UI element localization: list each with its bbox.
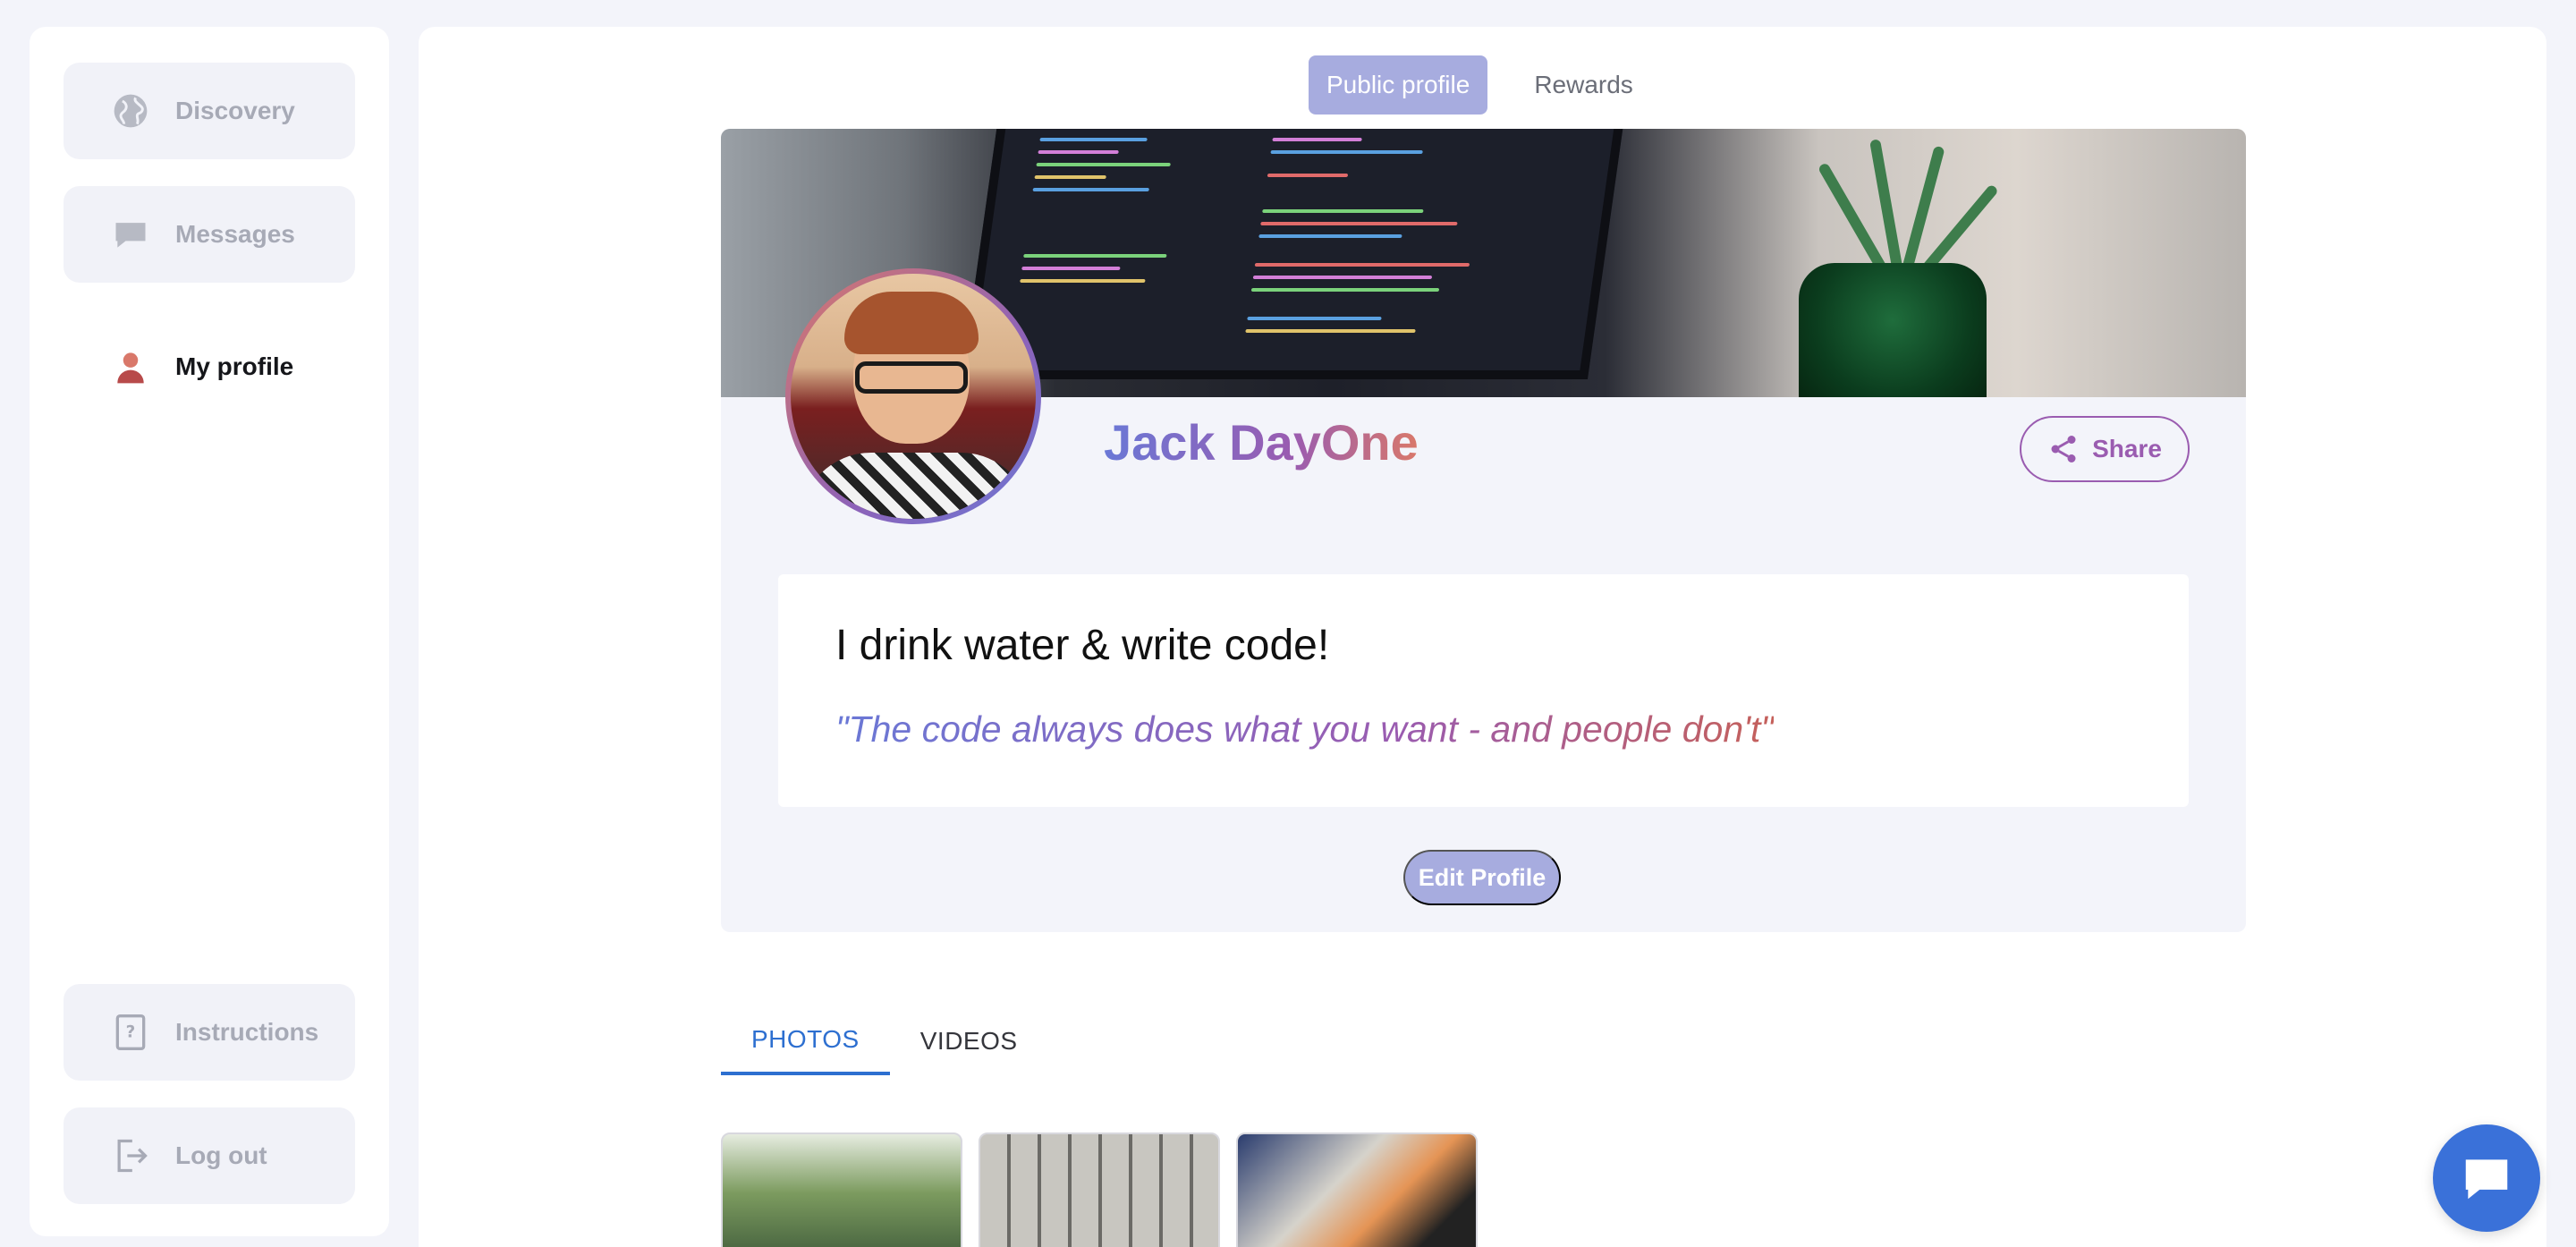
- share-label: Share: [2092, 435, 2162, 462]
- chat-bubble-icon: [2465, 1159, 2508, 1200]
- logout-icon: [111, 1136, 150, 1175]
- sidebar-item-label: Discovery: [175, 97, 295, 124]
- svg-text:?: ?: [126, 1023, 136, 1042]
- sidebar-item-messages[interactable]: Messages: [64, 186, 355, 283]
- tab-rewards[interactable]: Rewards: [1516, 55, 1650, 115]
- laptop-screen: [961, 129, 1626, 379]
- profile-tabs: Public profile Rewards: [1309, 55, 1651, 115]
- user-icon: [111, 347, 150, 386]
- photo-grid: [721, 1132, 1478, 1247]
- media-tabs: PHOTOS VIDEOS: [721, 1007, 1048, 1075]
- tab-videos[interactable]: VIDEOS: [890, 1007, 1048, 1075]
- main-panel: Public profile Rewards Jack DayOne Share…: [419, 27, 2546, 1247]
- bio-text: I drink water & write code!: [835, 622, 1330, 669]
- sidebar-item-label: Instructions: [175, 1018, 319, 1046]
- plant-pot: [1799, 263, 1987, 397]
- globe-icon: [111, 91, 150, 131]
- help-book-icon: ?: [111, 1013, 150, 1052]
- chat-icon: [111, 215, 150, 254]
- share-icon: [2051, 436, 2076, 462]
- sidebar-item-my-profile[interactable]: My profile: [64, 318, 355, 415]
- bio-box: I drink water & write code! "The code al…: [778, 574, 2189, 807]
- chat-button[interactable]: [2433, 1124, 2540, 1232]
- edit-profile-button[interactable]: Edit Profile: [1403, 850, 1561, 905]
- profile-card: Jack DayOne Share I drink water & write …: [721, 129, 2246, 932]
- avatar[interactable]: [785, 268, 1041, 524]
- avatar-photo: [791, 274, 1036, 519]
- sidebar-item-instructions[interactable]: ? Instructions: [64, 984, 355, 1081]
- tab-public-profile[interactable]: Public profile: [1309, 55, 1488, 115]
- share-button[interactable]: Share: [2020, 416, 2190, 482]
- sidebar-item-logout[interactable]: Log out: [64, 1107, 355, 1204]
- sidebar-item-label: My profile: [175, 352, 294, 380]
- profile-name: Jack DayOne: [1104, 414, 1419, 471]
- tab-photos[interactable]: PHOTOS: [721, 1007, 890, 1075]
- photo-thumbnail[interactable]: [979, 1132, 1220, 1247]
- sidebar: Discovery Messages My profile ? Instruct…: [30, 27, 389, 1236]
- photo-thumbnail[interactable]: [1236, 1132, 1478, 1247]
- photo-thumbnail[interactable]: [721, 1132, 962, 1247]
- bio-quote: "The code always does what you want - an…: [835, 708, 1774, 750]
- sidebar-item-label: Log out: [175, 1141, 267, 1169]
- sidebar-item-discovery[interactable]: Discovery: [64, 63, 355, 159]
- sidebar-item-label: Messages: [175, 220, 295, 248]
